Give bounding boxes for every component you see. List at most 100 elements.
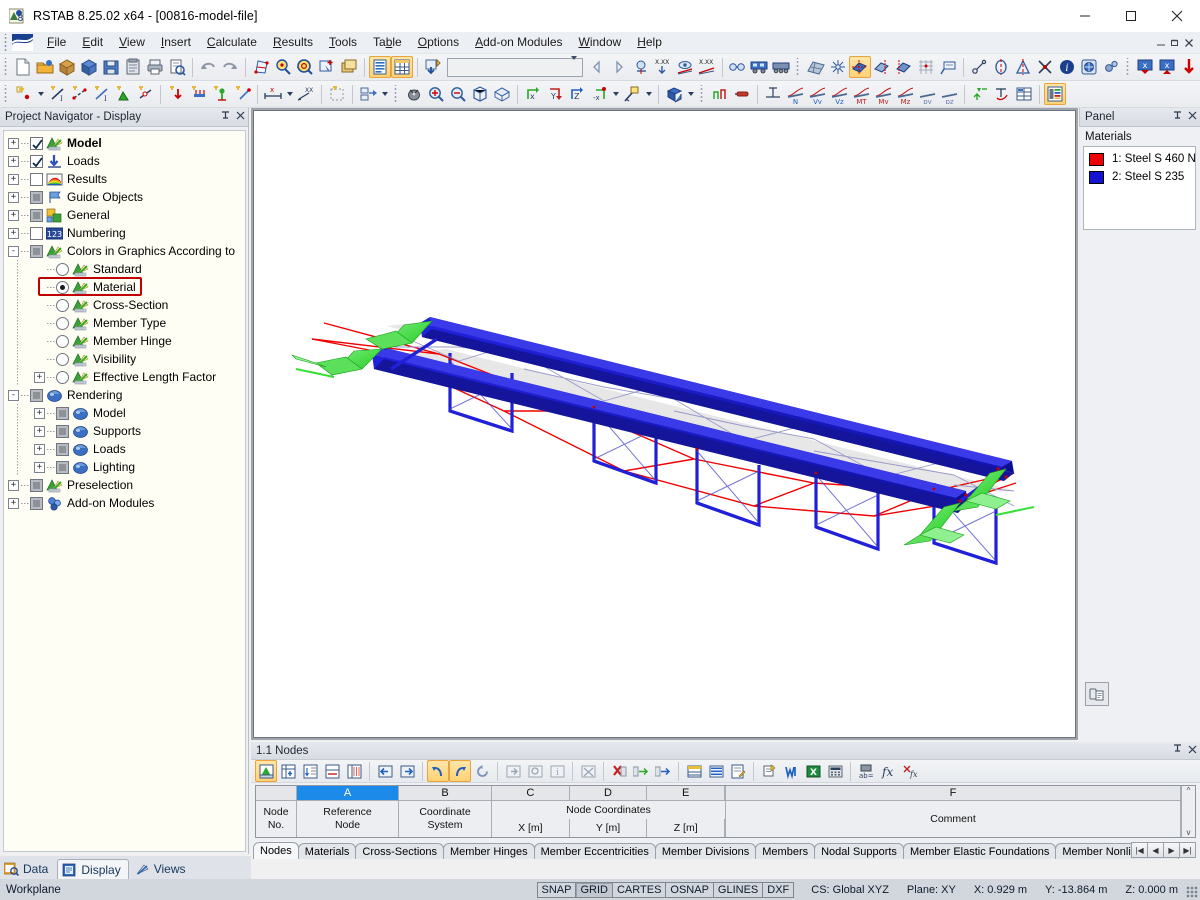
render-shape-icon[interactable]: [621, 83, 643, 105]
cross-section-view-icon[interactable]: [663, 83, 685, 105]
table-tab-nodes[interactable]: Nodes: [253, 842, 299, 859]
nodal-load-icon[interactable]: [165, 83, 187, 105]
sort-icon[interactable]: [299, 760, 321, 782]
status-toggle-grid[interactable]: GRID: [575, 881, 613, 898]
menu-window[interactable]: Window: [571, 33, 630, 52]
color-mode-radio[interactable]: [56, 334, 69, 348]
render-wire-icon[interactable]: [871, 56, 893, 78]
table-nav-buttons[interactable]: |◀ ◀ ▶ ▶|: [1131, 842, 1196, 858]
clipboard-icon[interactable]: [122, 56, 144, 78]
deformation-icon[interactable]: [731, 83, 753, 105]
navigator-item-loads[interactable]: + Loads: [4, 440, 245, 458]
expander-icon[interactable]: +: [34, 443, 45, 455]
window-icon[interactable]: [338, 56, 360, 78]
stress-icon[interactable]: [762, 83, 784, 105]
toolbar-grip[interactable]: [1124, 57, 1131, 77]
menu-file[interactable]: File: [39, 33, 74, 52]
render-shade-icon[interactable]: [893, 56, 915, 78]
navigator-item-colors-in-graphics-according-to[interactable]: - Colors in Graphics According to: [4, 242, 245, 260]
export-3-icon[interactable]: [1178, 56, 1200, 78]
view-dropdown-icon[interactable]: [610, 83, 621, 105]
menu-results[interactable]: Results: [265, 33, 321, 52]
render-dropdown-icon[interactable]: [643, 83, 654, 105]
result-mt-icon[interactable]: MT: [850, 83, 872, 105]
expander-icon[interactable]: +: [8, 209, 19, 221]
next-table-icon[interactable]: [396, 760, 418, 782]
new-table-icon[interactable]: [255, 760, 277, 782]
support-reaction-icon[interactable]: [969, 83, 991, 105]
visibility-checkbox[interactable]: [56, 424, 69, 438]
resize-grip-icon[interactable]: [1186, 886, 1198, 898]
row-red-icon[interactable]: [343, 760, 365, 782]
chevron-down-icon[interactable]: [570, 56, 577, 74]
select-area-icon[interactable]: [250, 56, 272, 78]
result-vy-icon[interactable]: Vy: [806, 83, 828, 105]
glasses-icon[interactable]: [726, 56, 748, 78]
table-tab-bar[interactable]: Nodes Materials Cross-Sections Member Hinge…: [253, 842, 1180, 859]
new-node-dropdown-icon[interactable]: [35, 83, 46, 105]
result-mz-icon[interactable]: Mz: [894, 83, 916, 105]
table-yellow-icon[interactable]: [683, 760, 705, 782]
print-table-icon[interactable]: [758, 760, 780, 782]
status-toggle-cartes[interactable]: CARTES: [611, 881, 667, 898]
toolbar-grip[interactable]: [3, 84, 10, 104]
excel-export-icon[interactable]: X: [802, 760, 824, 782]
units-icon[interactable]: ab=: [855, 760, 877, 782]
last-table-icon[interactable]: ▶|: [1179, 842, 1196, 858]
first-table-icon[interactable]: |◀: [1131, 842, 1148, 858]
iso-view-icon[interactable]: [469, 83, 491, 105]
dimension-xx-icon[interactable]: XX: [295, 83, 317, 105]
maximize-icon[interactable]: [1108, 0, 1154, 32]
visibility-checkbox[interactable]: [30, 190, 43, 204]
column-letter[interactable]: F: [726, 786, 1180, 801]
cross-section-load-icon[interactable]: [231, 83, 253, 105]
view-z-icon[interactable]: Z: [566, 83, 588, 105]
menu-view[interactable]: View: [111, 33, 153, 52]
visibility-checkbox[interactable]: [30, 136, 43, 150]
model-view-canvas[interactable]: [253, 110, 1076, 738]
new-file-icon[interactable]: [12, 56, 34, 78]
plus-row-icon[interactable]: [652, 760, 674, 782]
toolbar-grip[interactable]: [795, 57, 802, 77]
navigator-tab-display[interactable]: Display: [57, 859, 129, 879]
undo-left-icon[interactable]: [427, 760, 449, 782]
gears-icon[interactable]: [1100, 56, 1122, 78]
table-tab-member-divisions[interactable]: Member Divisions: [654, 843, 757, 859]
visibility-checkbox[interactable]: [56, 442, 69, 456]
view-y-icon[interactable]: Y: [544, 83, 566, 105]
result-vz-icon[interactable]: Vz: [828, 83, 850, 105]
toolbar-grip[interactable]: [699, 84, 706, 104]
save-as-icon[interactable]: [78, 56, 100, 78]
zoom-circle-icon[interactable]: [294, 56, 316, 78]
navigator-item-model[interactable]: + Model: [4, 404, 245, 422]
mdi-close-icon[interactable]: [1182, 34, 1196, 52]
scroll-up-icon[interactable]: ^: [1187, 786, 1191, 795]
refresh-icon[interactable]: [471, 760, 493, 782]
scroll-down-icon[interactable]: v: [1187, 828, 1191, 837]
menu-options[interactable]: Options: [410, 33, 467, 52]
result-my-icon[interactable]: My: [872, 83, 894, 105]
minus-row-icon[interactable]: [630, 760, 652, 782]
result-table-icon[interactable]: [1013, 83, 1035, 105]
dimension-icon[interactable]: x: [262, 83, 284, 105]
status-toggle-dxf[interactable]: DXF: [762, 881, 795, 898]
expander-icon[interactable]: +: [8, 173, 19, 185]
visibility-checkbox[interactable]: [30, 244, 43, 258]
visibility-checkbox[interactable]: [30, 208, 43, 222]
navigator-item-lighting[interactable]: + Lighting: [4, 458, 245, 476]
undo-icon[interactable]: [197, 56, 219, 78]
navigator-item-material[interactable]: Material: [4, 278, 245, 296]
expander-icon[interactable]: +: [8, 155, 19, 167]
expander-icon[interactable]: -: [8, 389, 19, 401]
expander-icon[interactable]: +: [8, 191, 19, 203]
menu-edit[interactable]: Edit: [74, 33, 111, 52]
expander-icon[interactable]: +: [8, 479, 19, 491]
new-support-icon[interactable]: [112, 83, 134, 105]
mdi-restore-icon[interactable]: [1168, 34, 1182, 52]
table-tab-materials[interactable]: Materials: [297, 843, 357, 859]
menu-tools[interactable]: Tools: [321, 33, 365, 52]
next-table-icon[interactable]: ▶: [1163, 842, 1180, 858]
info-icon[interactable]: i: [1056, 56, 1078, 78]
delete-row-red-icon[interactable]: [608, 760, 630, 782]
perspective-icon[interactable]: [491, 83, 513, 105]
